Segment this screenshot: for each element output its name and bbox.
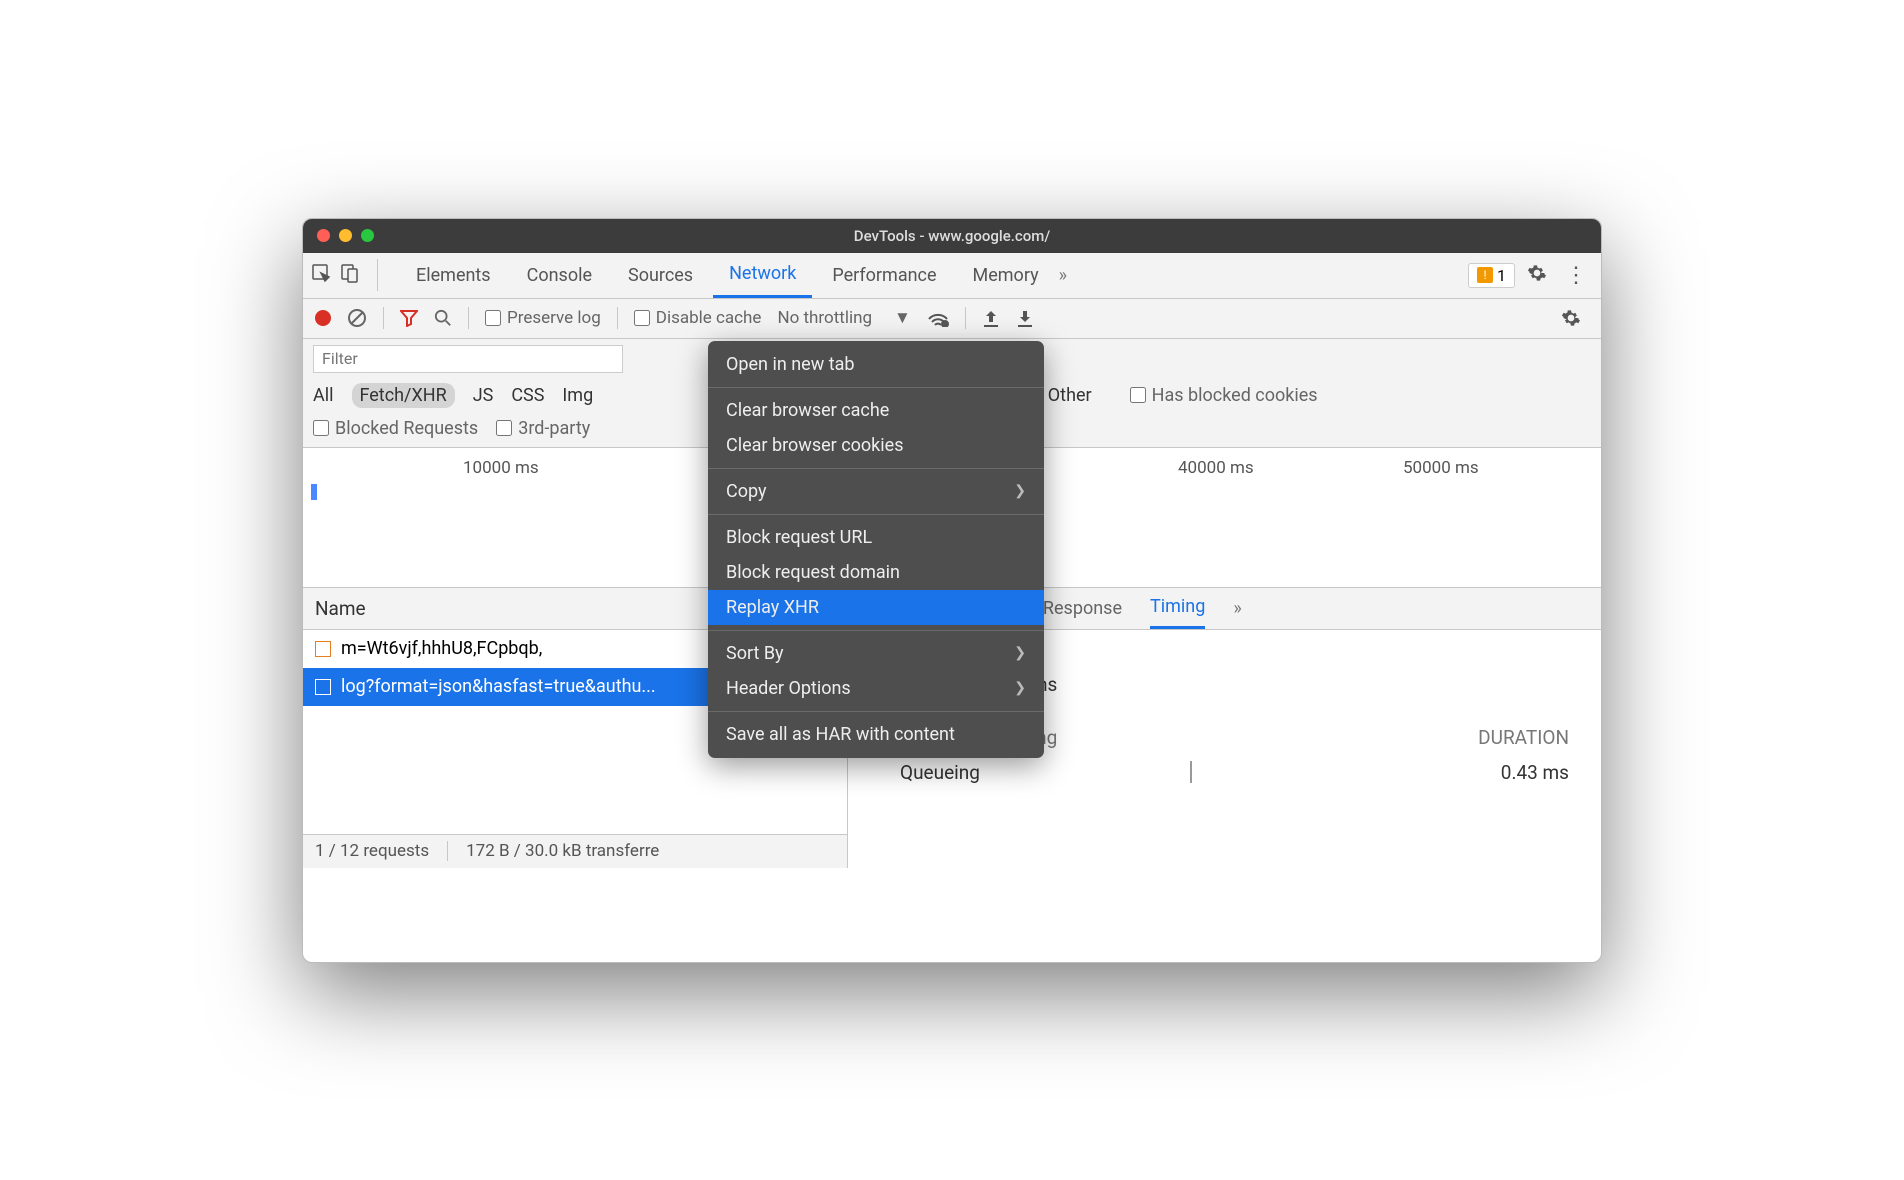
ctx-sort-by[interactable]: Sort By❯ [708,636,1044,671]
duration-label: DURATION [1478,726,1569,749]
blocked-requests-checkbox[interactable]: Blocked Requests [313,418,478,439]
ctx-save-har[interactable]: Save all as HAR with content [708,717,1044,752]
third-party-checkbox[interactable]: 3rd-party [496,418,590,439]
blocked-cookies-checkbox[interactable]: Has blocked cookies [1130,385,1318,406]
status-transfer: 172 B / 30.0 kB transferre [466,841,659,861]
throttling-select[interactable]: No throttling ▼ [777,308,910,328]
filter-img[interactable]: Img [562,385,593,406]
queueing-value: 0.43 ms [1501,761,1569,784]
ctx-block-url[interactable]: Block request URL [708,520,1044,555]
filter-icon[interactable] [400,309,418,327]
chevron-right-icon: ❯ [1014,645,1026,661]
inspect-element-icon[interactable] [311,263,331,287]
tab-memory[interactable]: Memory [957,253,1055,298]
tab-performance[interactable]: Performance [816,253,952,298]
network-conditions-icon[interactable] [927,309,949,327]
filter-fetch-xhr[interactable]: Fetch/XHR [352,383,455,408]
status-requests: 1 / 12 requests [315,841,429,861]
queueing-label: Queueing [900,761,980,784]
close-icon[interactable] [317,229,330,242]
panel-tabs: Elements Console Sources Network Perform… [303,253,1601,299]
issues-badge[interactable]: !1 [1468,263,1515,288]
settings-icon[interactable] [1527,263,1547,288]
ctx-clear-cache[interactable]: Clear browser cache [708,393,1044,428]
timeline-tick: 50000 ms [1403,458,1479,478]
context-menu: Open in new tab Clear browser cache Clea… [708,341,1044,758]
filter-js[interactable]: JS [473,385,494,406]
timeline-marker [311,484,317,500]
file-icon [315,641,331,657]
network-settings-icon[interactable] [1561,308,1581,328]
upload-icon[interactable] [982,309,1000,327]
ctx-block-domain[interactable]: Block request domain [708,555,1044,590]
file-icon [315,679,331,695]
window-title: DevTools - www.google.com/ [303,227,1601,245]
record-icon[interactable] [315,310,331,326]
filter-all[interactable]: All [313,385,334,406]
timeline-tick: 40000 ms [1178,458,1254,478]
ctx-clear-cookies[interactable]: Clear browser cookies [708,428,1044,463]
devtools-window: DevTools - www.google.com/ Elements Cons… [302,218,1602,963]
kebab-menu-icon[interactable]: ⋮ [1565,263,1587,288]
download-icon[interactable] [1016,309,1034,327]
timeline-tick: 10000 ms [463,458,539,478]
network-toolbar: Preserve log Disable cache No throttling… [303,299,1601,339]
detail-tab-timing[interactable]: Timing [1150,588,1205,629]
minimize-icon[interactable] [339,229,352,242]
preserve-log-checkbox[interactable]: Preserve log [485,308,601,328]
tab-console[interactable]: Console [511,253,608,298]
filter-css[interactable]: CSS [511,385,544,406]
detail-tab-response[interactable]: Response [1043,588,1122,629]
titlebar: DevTools - www.google.com/ [303,219,1601,253]
status-bar: 1 / 12 requests 172 B / 30.0 kB transfer… [303,834,847,868]
disable-cache-checkbox[interactable]: Disable cache [634,308,762,328]
tab-network[interactable]: Network [713,253,812,298]
chevron-right-icon: ❯ [1014,680,1026,696]
search-icon[interactable] [434,309,452,327]
warning-icon: ! [1477,267,1493,283]
ctx-replay-xhr[interactable]: Replay XHR [708,590,1044,625]
more-detail-tabs-icon[interactable]: » [1233,598,1241,619]
timing-bar [1190,761,1192,783]
ctx-open-new-tab[interactable]: Open in new tab [708,347,1044,382]
maximize-icon[interactable] [361,229,374,242]
ctx-header-options[interactable]: Header Options❯ [708,671,1044,706]
device-toggle-icon[interactable] [339,263,359,287]
ctx-copy[interactable]: Copy❯ [708,474,1044,509]
tab-sources[interactable]: Sources [612,253,709,298]
clear-icon[interactable] [347,308,367,328]
tab-elements[interactable]: Elements [400,253,507,298]
window-controls [317,229,374,242]
filter-input[interactable] [313,345,623,373]
chevron-right-icon: ❯ [1014,483,1026,499]
more-tabs-icon[interactable]: » [1059,265,1067,286]
filter-other[interactable]: Other [1048,385,1092,406]
